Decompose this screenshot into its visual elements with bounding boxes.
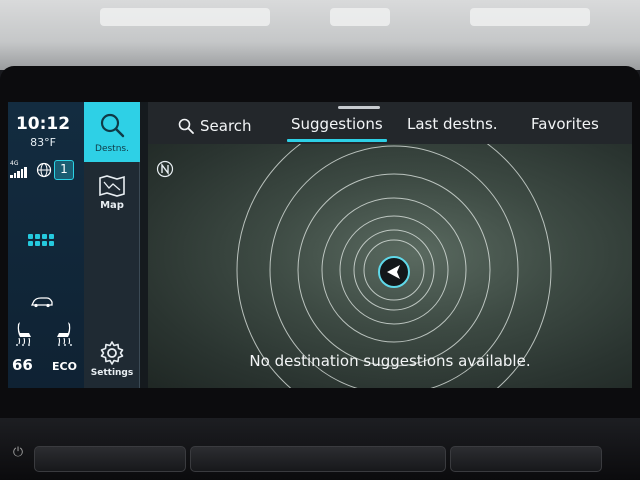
- car-icon[interactable]: [30, 296, 54, 308]
- nav-item-label: Destns.: [95, 144, 129, 154]
- seat-left-value: 66: [12, 356, 33, 374]
- tab-label: Suggestions: [291, 115, 383, 133]
- tab-suggestions[interactable]: Suggestions: [287, 115, 387, 142]
- left-touch-slider[interactable]: [34, 446, 186, 472]
- seat-heat-icon[interactable]: [52, 320, 74, 346]
- power-icon[interactable]: ⏻: [10, 445, 26, 461]
- drag-handle[interactable]: [338, 106, 380, 109]
- right-touch-slider[interactable]: [450, 446, 602, 472]
- tab-label: Last destns.: [407, 115, 498, 133]
- tab-search[interactable]: Search: [178, 114, 252, 138]
- ceiling-light: [470, 8, 590, 26]
- nav-rail: Destns. Map Settings: [84, 102, 140, 388]
- tab-last-destinations[interactable]: Last destns.: [407, 115, 498, 133]
- tab-label: Search: [200, 117, 252, 135]
- active-tab-indicator: [287, 139, 387, 142]
- map-icon: [99, 175, 125, 197]
- signal-icon: 4G: [10, 160, 32, 178]
- nav-item-map[interactable]: Map: [84, 170, 140, 220]
- globe-icon: [36, 162, 52, 178]
- nav-item-settings[interactable]: Settings: [84, 338, 140, 386]
- notification-badge[interactable]: 1: [54, 160, 74, 180]
- nav-item-label: Settings: [90, 368, 134, 378]
- apps-grid-icon[interactable]: [28, 234, 58, 250]
- tab-favorites[interactable]: Favorites: [531, 115, 599, 133]
- clock: 10:12: [15, 114, 71, 134]
- network-type: 4G: [10, 160, 19, 167]
- map-view[interactable]: No destination suggestions available.: [148, 144, 632, 388]
- search-icon: [178, 118, 194, 134]
- climate-mode-value: ECO: [52, 360, 77, 373]
- search-icon: [100, 113, 125, 138]
- nav-item-destinations[interactable]: Destns.: [84, 102, 140, 162]
- ceiling-light: [100, 8, 270, 26]
- status-column: 10:12 83°F 4G 1 66 ECO: [8, 102, 84, 388]
- nav-item-label: Map: [100, 200, 124, 211]
- ceiling-background: [0, 0, 640, 70]
- seat-heat-icon[interactable]: [14, 320, 36, 346]
- north-compass-icon[interactable]: [156, 160, 174, 178]
- gear-icon: [100, 341, 124, 365]
- empty-state-message: No destination suggestions available.: [249, 352, 531, 370]
- outside-temperature: 83°F: [30, 136, 56, 149]
- center-touch-slider[interactable]: [190, 446, 446, 472]
- tab-label: Favorites: [531, 115, 599, 133]
- ceiling-light: [330, 8, 390, 26]
- tab-bar: Search Suggestions Last destns. Favorite…: [148, 102, 632, 144]
- position-arrow-icon: [378, 256, 410, 288]
- infotainment-screen: 10:12 83°F 4G 1 66 ECO Destns. Map Setti…: [8, 102, 632, 388]
